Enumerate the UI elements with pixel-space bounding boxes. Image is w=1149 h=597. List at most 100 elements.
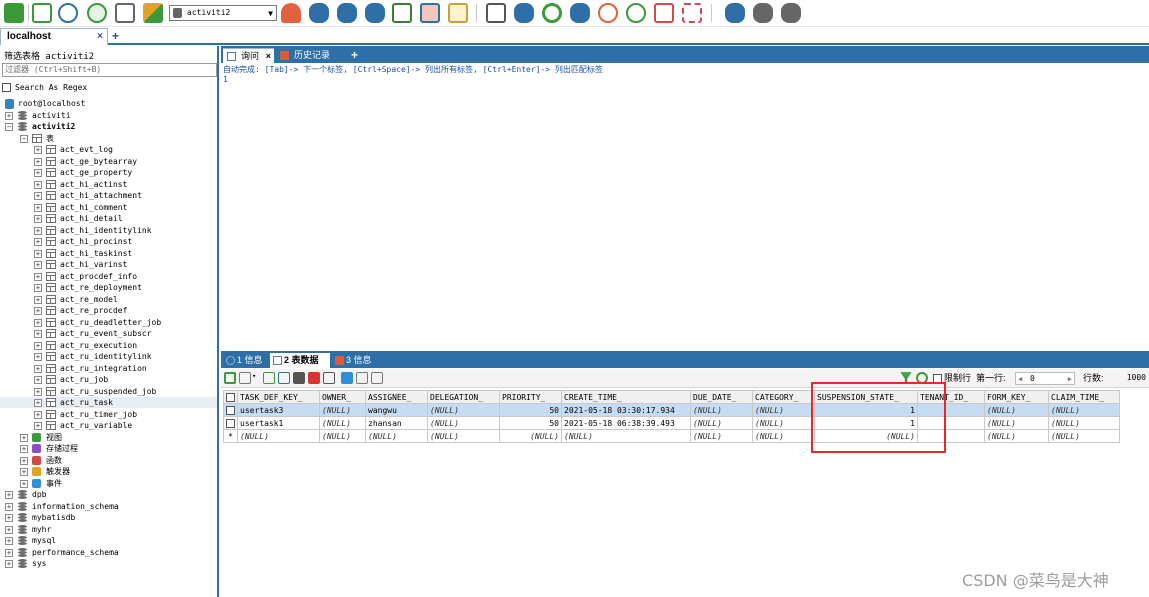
tree-table-act-hi-taskinst[interactable]: + act_hi_taskinst <box>0 248 217 259</box>
tree-table-act-ru-deadletter-job[interactable]: + act_ru_deadletter_job <box>0 317 217 328</box>
expand-icon[interactable]: + <box>5 537 13 545</box>
delete-icon[interactable] <box>308 372 320 384</box>
expand-icon[interactable]: + <box>5 560 13 568</box>
table-cell[interactable]: (NULL) <box>499 429 562 443</box>
table-cell[interactable]: (NULL) <box>1048 416 1120 430</box>
tree-table-act-ru-integration[interactable]: + act_ru_integration <box>0 363 217 374</box>
expand-icon[interactable]: + <box>34 146 42 154</box>
table-cell[interactable]: (NULL) <box>319 403 366 417</box>
format-icon[interactable] <box>682 3 702 23</box>
column-header[interactable]: CREATE_TIME_ <box>561 390 691 404</box>
query-builder-icon[interactable] <box>654 3 674 23</box>
table-cell[interactable]: usertask3 <box>237 403 320 417</box>
table-row[interactable]: usertask1 (NULL) zhansan (NULL) 50 2021-05-18… <box>223 416 1120 430</box>
expand-icon[interactable]: + <box>20 479 28 488</box>
expand-icon[interactable]: + <box>34 364 42 373</box>
run-all-icon[interactable] <box>87 3 107 23</box>
checkbox-icon[interactable] <box>2 83 11 92</box>
new-row-marker[interactable]: * <box>223 429 238 443</box>
row-select-cell[interactable] <box>223 416 238 430</box>
expand-icon[interactable]: + <box>34 215 42 223</box>
column-header[interactable]: ASSIGNEE_ <box>365 390 428 404</box>
table-cell[interactable]: (NULL) <box>237 429 320 443</box>
expand-icon[interactable]: + <box>5 548 13 557</box>
tree-table-act-hi-varinst[interactable]: + act_hi_varinst <box>0 259 217 270</box>
table-cell[interactable]: (NULL) <box>427 403 500 417</box>
db-backup-icon[interactable] <box>365 3 385 23</box>
duplicate-row-icon[interactable] <box>263 372 275 384</box>
schema-sync-icon[interactable] <box>486 3 506 23</box>
scheduler-icon[interactable] <box>598 3 618 23</box>
search-as-regex-checkbox[interactable]: Search As Regex <box>2 82 87 94</box>
add-query-tab-button[interactable]: + <box>351 48 358 62</box>
form-view-icon[interactable] <box>356 372 368 384</box>
tree-table-act-re-procdef[interactable]: + act_re_procdef <box>0 305 217 316</box>
expand-icon[interactable]: + <box>34 422 42 430</box>
table-cell[interactable]: 50 <box>499 416 562 430</box>
expand-icon[interactable]: + <box>34 249 42 258</box>
close-icon[interactable]: × <box>97 29 103 44</box>
table-structure-icon[interactable] <box>392 3 412 23</box>
expand-icon[interactable]: + <box>5 514 13 522</box>
column-header[interactable]: CLAIM_TIME_ <box>1048 390 1120 404</box>
select-all-cell[interactable] <box>223 390 238 404</box>
expand-icon[interactable]: + <box>20 433 28 442</box>
table-cell[interactable]: 50 <box>499 403 562 417</box>
expand-icon[interactable]: + <box>34 353 42 361</box>
expand-icon[interactable]: + <box>34 376 42 384</box>
table-cell[interactable]: usertask1 <box>237 416 320 430</box>
expand-icon[interactable]: + <box>5 111 13 120</box>
tree-folder-4[interactable]: + 事件 <box>0 478 217 489</box>
table-cell[interactable]: (NULL) <box>984 403 1049 417</box>
close-icon[interactable]: × <box>266 49 271 63</box>
expand-icon[interactable]: + <box>5 502 13 511</box>
tree-table-act-hi-attachment[interactable]: + act_hi_attachment <box>0 190 217 201</box>
tree-table-act-ru-job[interactable]: + act_ru_job <box>0 374 217 385</box>
tree-table-act-ru-task[interactable]: + act_ru_task <box>0 397 217 408</box>
data-transfer-icon[interactable] <box>570 3 590 23</box>
expand-icon[interactable]: + <box>34 169 42 177</box>
expand-icon[interactable]: − <box>20 134 28 143</box>
new-query-icon[interactable] <box>32 3 52 23</box>
tree-db-information-schema[interactable]: + information_schema <box>0 501 217 512</box>
table-cell[interactable]: (NULL) <box>984 429 1049 443</box>
tree-folder-tables[interactable]: − 表 <box>0 133 217 144</box>
schema-designer-icon[interactable] <box>143 3 163 23</box>
tree-db-sys[interactable]: + sys <box>0 558 217 569</box>
tree-folder-3[interactable]: + 触发器 <box>0 466 217 477</box>
insert-menu-icon[interactable] <box>239 372 251 384</box>
compare-icon[interactable] <box>753 3 773 23</box>
table-cell[interactable]: (NULL) <box>690 403 753 417</box>
first-row-input[interactable]: ◀ 0 ▶ <box>1015 372 1075 385</box>
expand-icon[interactable]: + <box>20 468 28 476</box>
table-cell[interactable]: (NULL) <box>690 416 753 430</box>
tree-table-act-ru-timer-job[interactable]: + act_ru_timer_job <box>0 409 217 420</box>
tree-table-act-ru-event-subscr[interactable]: + act_ru_event_subscr <box>0 328 217 339</box>
tree-db-performance-schema[interactable]: + performance_schema <box>0 547 217 558</box>
data-sync-icon[interactable] <box>514 3 534 23</box>
previous-page-icon[interactable]: ◀ <box>1018 374 1022 385</box>
expand-icon[interactable]: + <box>34 410 42 419</box>
tree-folder-2[interactable]: + 函数 <box>0 455 217 466</box>
expand-icon[interactable]: + <box>34 192 42 200</box>
table-cell[interactable]: (NULL) <box>319 416 366 430</box>
expand-icon[interactable]: + <box>34 341 42 350</box>
table-cell[interactable]: (NULL) <box>427 429 500 443</box>
table-cell[interactable]: (NULL) <box>561 429 691 443</box>
tree-table-act-evt-log[interactable]: + act_evt_log <box>0 144 217 155</box>
tab-info-1[interactable]: 1 信息 <box>223 353 267 368</box>
text-view-icon[interactable] <box>371 372 383 384</box>
restore-icon[interactable] <box>626 3 646 23</box>
expand-icon[interactable]: + <box>34 284 42 292</box>
table-cell[interactable]: wangwu <box>365 403 428 417</box>
column-header[interactable]: PRIORITY_ <box>499 390 562 404</box>
expand-icon[interactable]: + <box>34 203 42 212</box>
tree-db-mybatisdb[interactable]: + mybatisdb <box>0 512 217 523</box>
table-data-icon[interactable] <box>420 3 440 23</box>
tree-root-connection[interactable]: root@localhost <box>0 98 217 109</box>
tree-db-dpb[interactable]: + dpb <box>0 489 217 500</box>
tree-table-act-ge-property[interactable]: + act_ge_property <box>0 167 217 178</box>
expand-icon[interactable]: − <box>5 123 13 131</box>
tree-db-myhr[interactable]: + myhr <box>0 524 217 535</box>
add-connection-tab-button[interactable]: + <box>112 29 119 43</box>
